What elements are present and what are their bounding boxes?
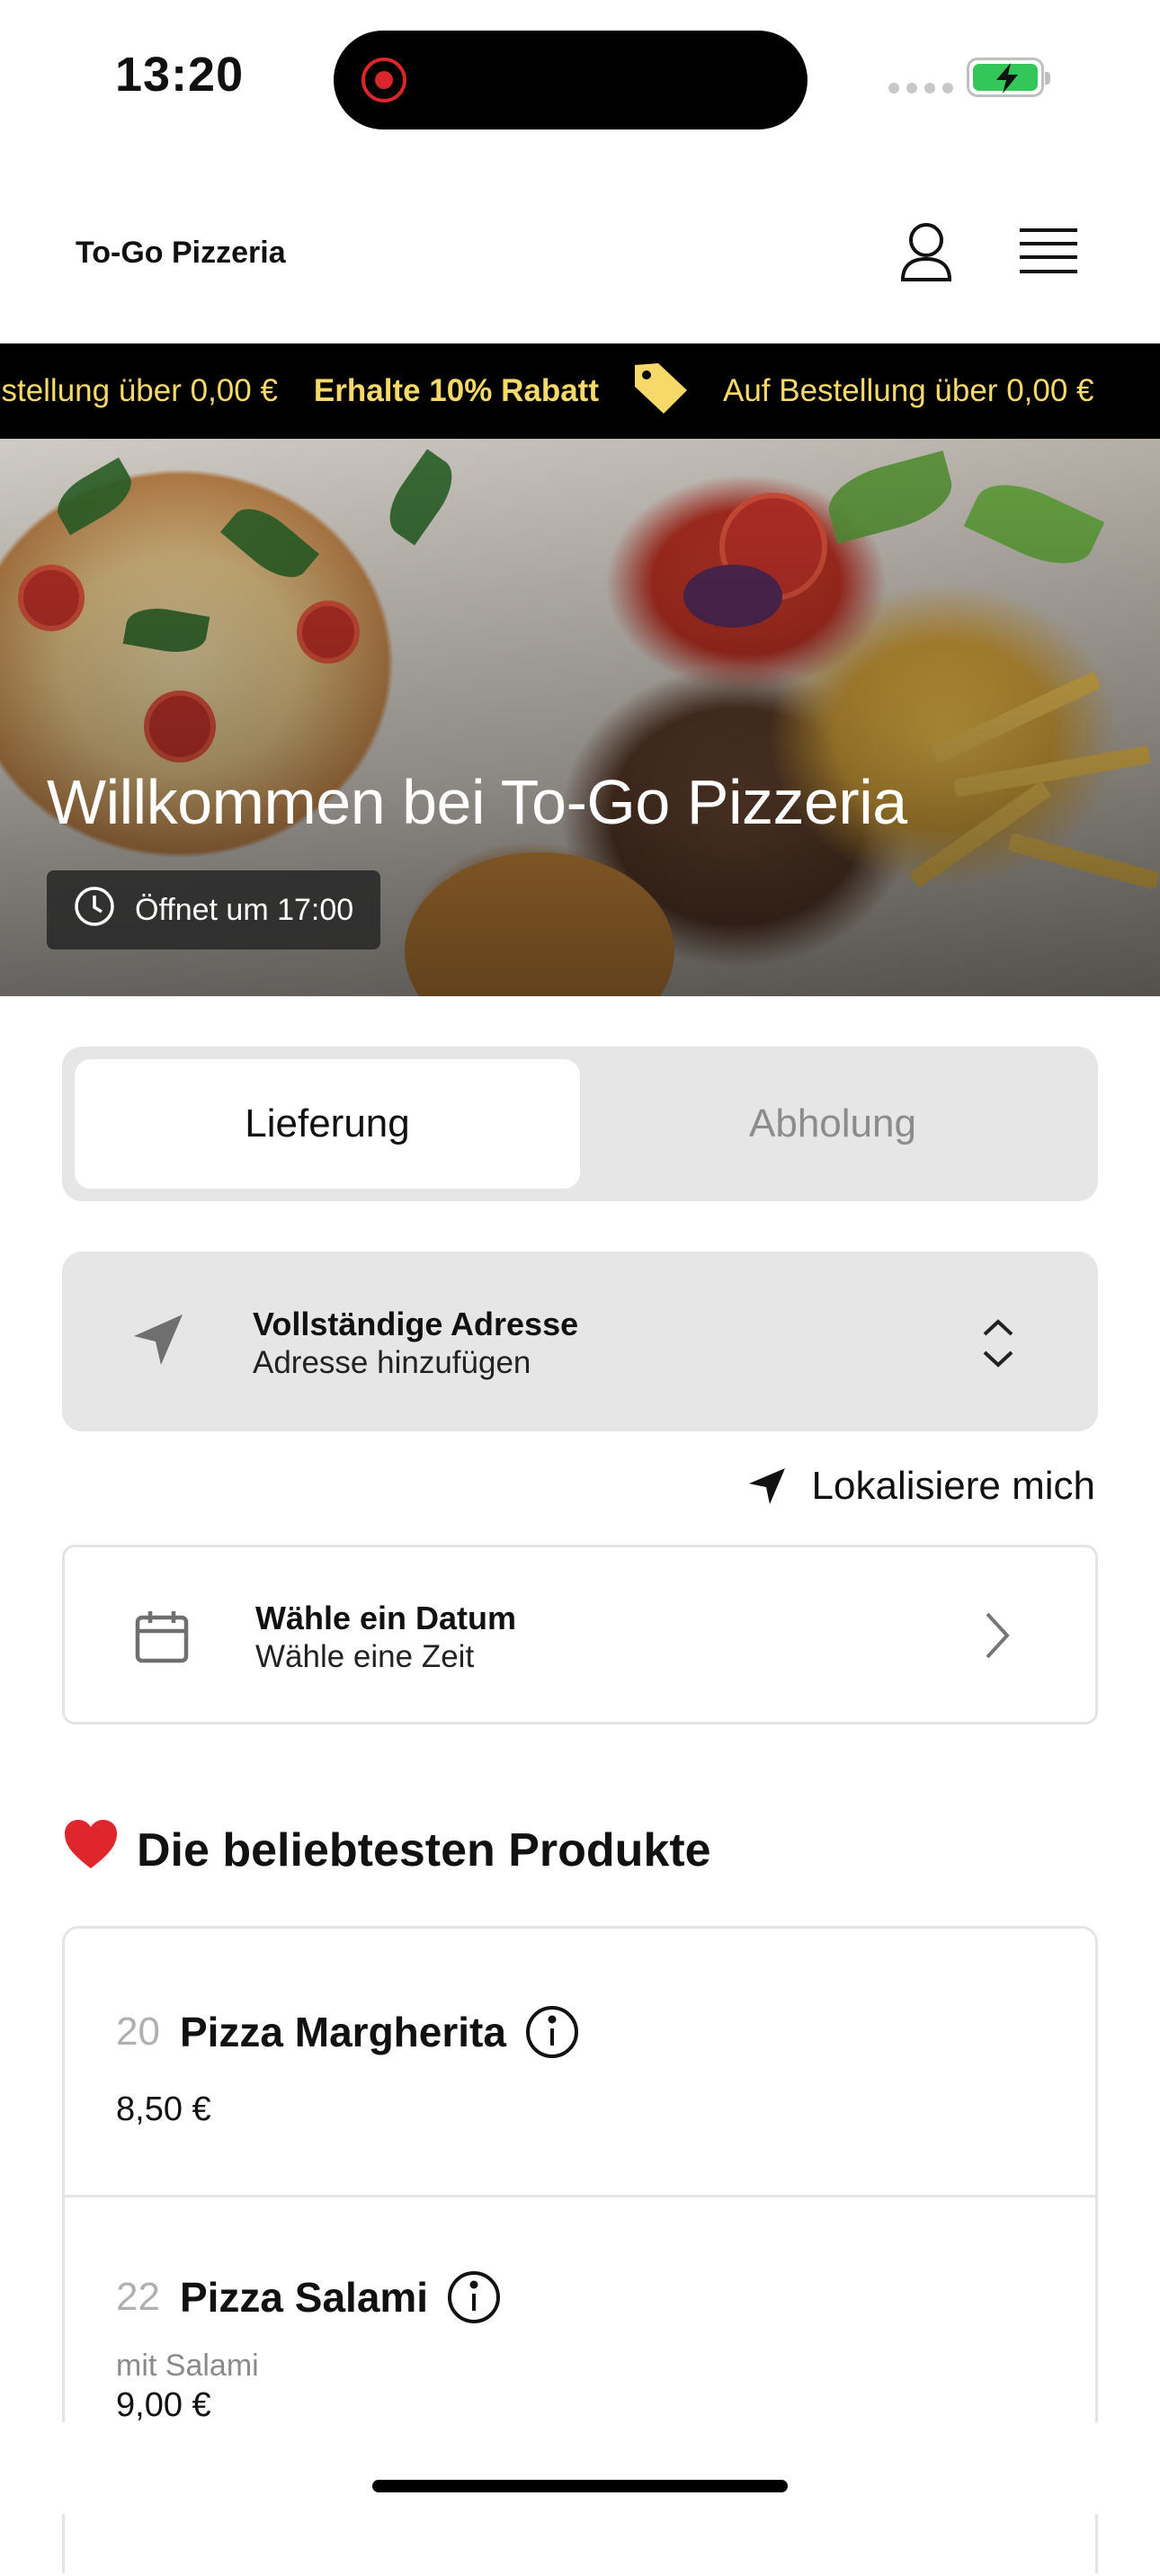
calendar-icon	[133, 1609, 191, 1671]
product-name: Pizza Salami	[179, 2274, 429, 2321]
battery-icon	[967, 58, 1050, 97]
promo-ticker: estellung über 0,00 € Erhalte 10% Rabatt…	[0, 343, 1160, 439]
tab-pickup[interactable]: Abholung	[580, 1059, 1085, 1189]
tab-delivery[interactable]: Lieferung	[75, 1059, 580, 1189]
chevron-up-down-icon	[979, 1315, 1017, 1377]
product-description: mit Salami	[116, 2349, 259, 2383]
status-time: 13:20	[115, 48, 245, 102]
opening-hours-text: Öffnet um 17:00	[135, 892, 354, 927]
price-tag-icon	[631, 360, 691, 423]
user-icon[interactable]	[897, 220, 955, 288]
heart-icon	[63, 1818, 119, 1882]
date-time-selector[interactable]: Wähle ein Datum Wähle eine Zeit	[62, 1545, 1098, 1725]
address-selector[interactable]: Vollständige Adresse Adresse hinzufügen	[62, 1252, 1098, 1431]
product-price: 8,50 €	[116, 2090, 211, 2128]
address-subtitle: Adresse hinzufügen	[253, 1345, 531, 1380]
locate-me-label: Lokalisiere mich	[811, 1464, 1095, 1508]
address-title: Vollständige Adresse	[253, 1306, 579, 1342]
product-name: Pizza Margherita	[179, 2009, 506, 2055]
menu-icon[interactable]	[1020, 227, 1077, 281]
bottom-safe-area	[0, 2422, 1160, 2514]
product-number: 20	[116, 2010, 160, 2054]
popular-products-heading: Die beliebtesten Produkte	[63, 1818, 711, 1882]
hero-banner: Willkommen bei To-Go Pizzeria Öffnet um …	[0, 439, 1160, 996]
chevron-right-icon	[982, 1610, 1013, 1665]
location-arrow-icon	[748, 1468, 785, 1504]
product-card[interactable]: 20 Pizza Margherita 8,50 €	[65, 1929, 1095, 2195]
locate-me-button[interactable]: Lokalisiere mich	[747, 1464, 1095, 1509]
location-arrow-icon	[129, 1311, 186, 1373]
ticker-text-lead: estellung über 0,00 €	[0, 373, 278, 408]
date-title: Wähle ein Datum	[255, 1600, 517, 1636]
product-price: 9,00 €	[116, 2386, 211, 2424]
popular-products-title: Die beliebtesten Produkte	[137, 1823, 711, 1876]
clock-icon	[74, 886, 135, 935]
ticker-text-trail: Auf Bestellung über 0,00 €	[722, 373, 1094, 408]
info-icon[interactable]	[446, 2269, 502, 2325]
brand-name[interactable]: To-Go Pizzeria	[76, 236, 286, 271]
product-card[interactable]: 22 Pizza Salami mit Salami 9,00 €	[65, 2197, 1095, 2576]
time-subtitle: Wähle eine Zeit	[255, 1639, 475, 1674]
ticker-text-discount: Erhalte 10% Rabatt	[313, 373, 599, 408]
home-indicator[interactable]	[372, 2480, 788, 2492]
hero-title: Willkommen bei To-Go Pizzeria	[47, 767, 907, 837]
signal-icon	[888, 83, 953, 94]
info-icon[interactable]	[524, 2004, 580, 2060]
order-mode-toggle: Lieferung Abholung	[62, 1047, 1098, 1201]
record-icon	[361, 58, 406, 103]
opening-hours-badge: Öffnet um 17:00	[47, 870, 381, 949]
product-number: 22	[116, 2275, 160, 2319]
